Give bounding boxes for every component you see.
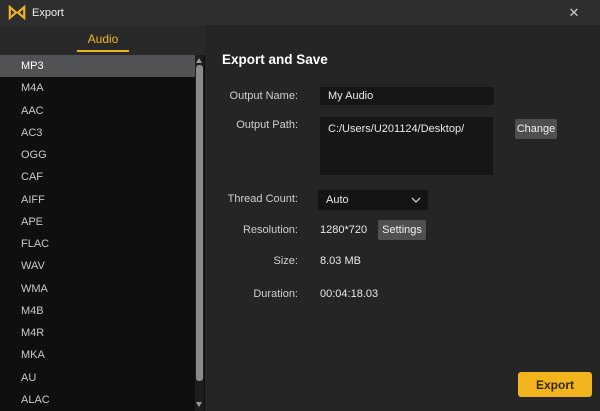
sidebar-scrollbar[interactable] [195, 55, 204, 411]
scrollbar-thumb[interactable] [196, 65, 203, 381]
output-name-label: Output Name: [205, 90, 298, 102]
format-item-alac[interactable]: ALAC [0, 389, 196, 411]
size-value: 8.03 MB [320, 255, 361, 267]
duration-label: Duration: [205, 288, 298, 300]
scrollbar-down-arrow-icon[interactable] [196, 402, 202, 407]
close-icon: ✕ [569, 5, 580, 21]
format-item-caf[interactable]: CAF [0, 166, 196, 188]
titlebar: Export ✕ [0, 0, 600, 25]
duration-value: 00:04:18.03 [320, 288, 378, 300]
format-list: MP3 M4A AAC AC3 OGG CAF AIFF APE FLAC WA… [0, 55, 205, 411]
tab-strip: Audio [0, 25, 205, 55]
format-item-wma[interactable]: WMA [0, 278, 196, 300]
resolution-settings-button[interactable]: Settings [378, 220, 426, 240]
output-name-input[interactable] [320, 87, 494, 105]
scrollbar-up-arrow-icon[interactable] [196, 58, 202, 63]
format-item-flac[interactable]: FLAC [0, 233, 196, 255]
output-path-label: Output Path: [205, 119, 298, 131]
resolution-value: 1280*720 [320, 224, 367, 236]
close-button[interactable]: ✕ [560, 0, 588, 25]
window-title: Export [32, 7, 64, 19]
format-item-mp3[interactable]: MP3 [0, 55, 196, 77]
chevron-down-icon [411, 197, 421, 203]
export-button[interactable]: Export [518, 372, 592, 397]
tab-audio[interactable]: Audio [77, 25, 129, 55]
format-item-wav[interactable]: WAV [0, 255, 196, 277]
thread-count-value: Auto [318, 194, 411, 206]
size-label: Size: [205, 255, 298, 267]
format-item-ape[interactable]: APE [0, 211, 196, 233]
export-dialog: Export ✕ Audio MP3 M4A AAC AC3 OGG CAF A… [0, 0, 600, 411]
format-item-m4a[interactable]: M4A [0, 77, 196, 99]
output-path-box[interactable]: C:/Users/U201124/Desktop/ [320, 117, 493, 175]
app-logo-icon [8, 5, 26, 20]
format-item-ogg[interactable]: OGG [0, 144, 196, 166]
change-path-button[interactable]: Change [515, 119, 557, 139]
format-item-m4r[interactable]: M4R [0, 322, 196, 344]
resolution-label: Resolution: [205, 224, 298, 236]
export-settings-panel: Export and Save Output Name: Output Path… [205, 25, 600, 411]
format-item-aiff[interactable]: AIFF [0, 189, 196, 211]
panel-heading: Export and Save [222, 52, 328, 67]
format-item-mka[interactable]: MKA [0, 344, 196, 366]
format-item-m4b[interactable]: M4B [0, 300, 196, 322]
format-item-aac[interactable]: AAC [0, 100, 196, 122]
thread-count-label: Thread Count: [205, 193, 298, 205]
format-sidebar: MP3 M4A AAC AC3 OGG CAF AIFF APE FLAC WA… [0, 55, 205, 411]
thread-count-dropdown[interactable]: Auto [318, 190, 428, 210]
format-item-ac3[interactable]: AC3 [0, 122, 196, 144]
format-item-au[interactable]: AU [0, 367, 196, 389]
